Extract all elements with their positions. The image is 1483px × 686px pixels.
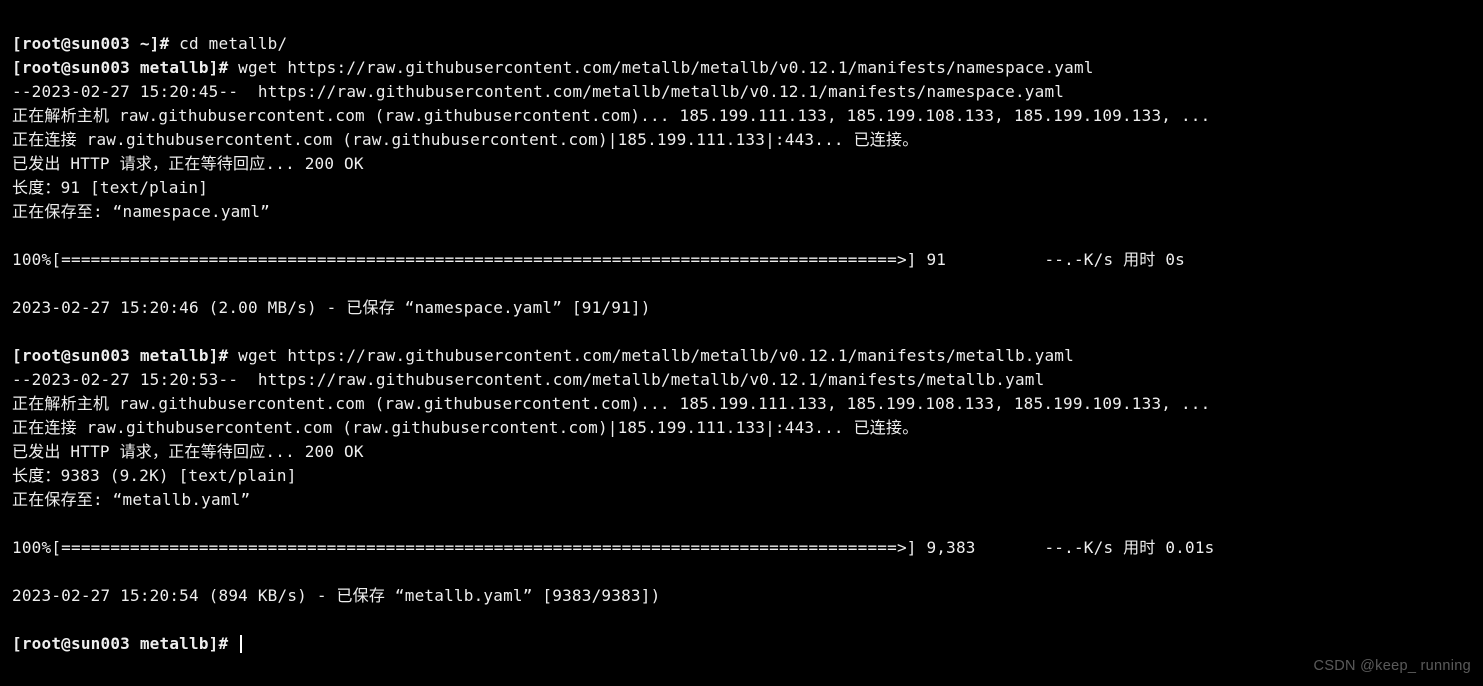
terminal-line: [root@sun003 metallb]# bbox=[12, 634, 242, 653]
shell-command: cd metallb/ bbox=[179, 34, 287, 53]
terminal-line: 已发出 HTTP 请求，正在等待回应... 200 OK bbox=[12, 442, 364, 461]
cursor-icon bbox=[240, 635, 242, 653]
terminal-line: 2023-02-27 15:20:46 (2.00 MB/s) - 已保存 “n… bbox=[12, 298, 651, 317]
terminal-line: 正在解析主机 raw.githubusercontent.com (raw.gi… bbox=[12, 106, 1210, 125]
terminal[interactable]: [root@sun003 ~]# cd metallb/ [root@sun00… bbox=[0, 0, 1483, 664]
terminal-line: 正在保存至: “namespace.yaml” bbox=[12, 202, 270, 221]
terminal-line: 长度：9383 (9.2K) [text/plain] bbox=[12, 466, 297, 485]
terminal-line: 正在解析主机 raw.githubusercontent.com (raw.gi… bbox=[12, 394, 1210, 413]
shell-command: wget https://raw.githubusercontent.com/m… bbox=[238, 346, 1074, 365]
terminal-line: --2023-02-27 15:20:53-- https://raw.gith… bbox=[12, 370, 1044, 389]
terminal-line: 长度：91 [text/plain] bbox=[12, 178, 208, 197]
terminal-line: 正在连接 raw.githubusercontent.com (raw.gith… bbox=[12, 418, 918, 437]
terminal-line: 正在连接 raw.githubusercontent.com (raw.gith… bbox=[12, 130, 918, 149]
terminal-line: 已发出 HTTP 请求，正在等待回应... 200 OK bbox=[12, 154, 364, 173]
terminal-line: --2023-02-27 15:20:45-- https://raw.gith… bbox=[12, 82, 1064, 101]
shell-prompt: [root@sun003 metallb]# bbox=[12, 58, 238, 77]
terminal-line: [root@sun003 metallb]# wget https://raw.… bbox=[12, 58, 1094, 77]
terminal-line: [root@sun003 metallb]# wget https://raw.… bbox=[12, 346, 1074, 365]
progress-bar: 100%[===================================… bbox=[12, 538, 1215, 557]
shell-prompt: [root@sun003 ~]# bbox=[12, 34, 179, 53]
terminal-line: 正在保存至: “metallb.yaml” bbox=[12, 490, 250, 509]
watermark: CSDN @keep_ running bbox=[1314, 656, 1471, 678]
progress-bar: 100%[===================================… bbox=[12, 250, 1185, 269]
terminal-line: [root@sun003 ~]# cd metallb/ bbox=[12, 34, 287, 53]
shell-prompt: [root@sun003 metallb]# bbox=[12, 346, 238, 365]
shell-prompt: [root@sun003 metallb]# bbox=[12, 634, 238, 653]
shell-command: wget https://raw.githubusercontent.com/m… bbox=[238, 58, 1093, 77]
terminal-line: 2023-02-27 15:20:54 (894 KB/s) - 已保存 “me… bbox=[12, 586, 660, 605]
